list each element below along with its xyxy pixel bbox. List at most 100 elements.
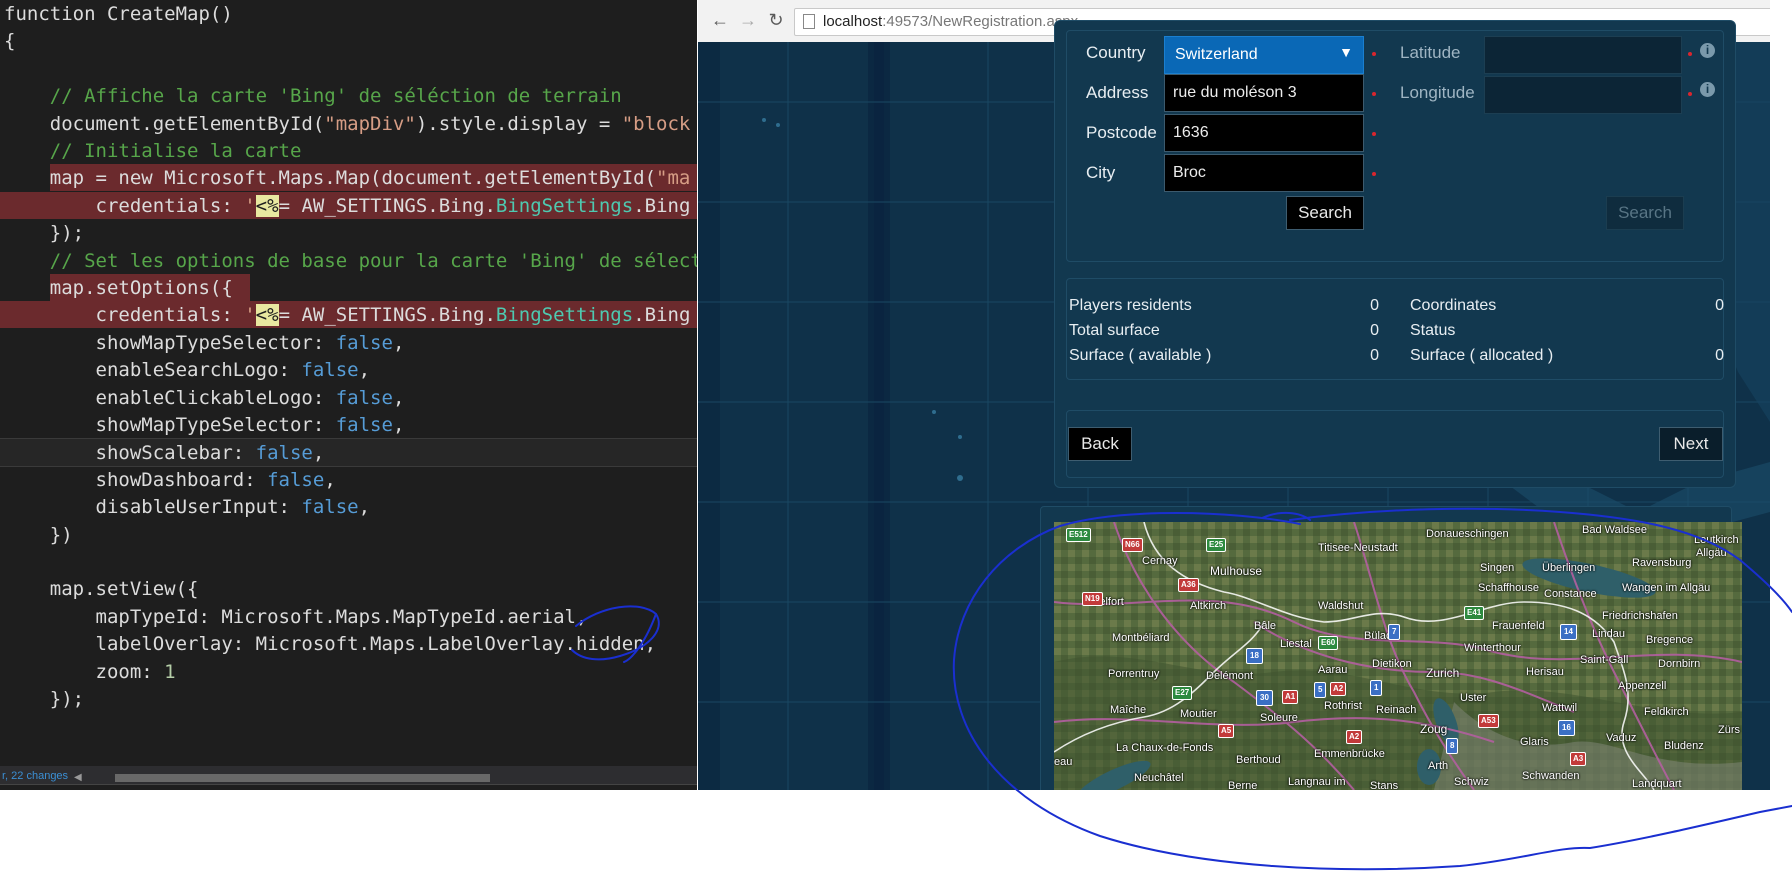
code-line[interactable]: showDashboard: false, — [0, 466, 697, 493]
code-token: .Bing — [633, 194, 691, 217]
postcode-input[interactable]: 1636 — [1164, 114, 1364, 152]
page-icon — [803, 14, 815, 29]
road-badge: A2 — [1330, 682, 1347, 696]
code-token: ).style.display = — [415, 112, 622, 135]
address-input[interactable]: rue du moléson 3 — [1164, 74, 1364, 112]
longitude-input[interactable] — [1484, 76, 1682, 114]
code-text: enableClickableLogo: false, — [4, 386, 405, 410]
road-badge: E27 — [1172, 686, 1193, 700]
code-line[interactable]: zoom: 1 — [0, 658, 697, 685]
code-line[interactable]: showMapTypeSelector: false, — [0, 329, 697, 356]
map-label: Donaueschingen — [1426, 528, 1509, 540]
code-token: { — [4, 30, 16, 53]
code-line[interactable]: credentials: '<%= AW_SETTINGS.Bing.BingS… — [0, 191, 697, 219]
code-text: disableUserInput: false, — [4, 495, 371, 519]
route-marker: 30 — [1256, 690, 1273, 706]
map-label: Cernay — [1142, 555, 1178, 567]
code-line[interactable]: }); — [0, 219, 697, 246]
road-badge: E60 — [1318, 636, 1339, 650]
url-host: localhost — [823, 13, 883, 30]
code-line[interactable]: map = new Microsoft.Maps.Map(document.ge… — [0, 164, 697, 192]
code-token: false — [335, 331, 393, 354]
code-text: labelOverlay: Microsoft.Maps.LabelOverla… — [4, 632, 657, 656]
map-label: Montbéliard — [1112, 632, 1170, 644]
code-text: credentials: '<%= AW_SETTINGS.Bing.BingS… — [4, 194, 690, 218]
map-label: Wattwil — [1542, 702, 1578, 714]
code-line[interactable]: document.getElementById("mapDiv").style.… — [0, 110, 697, 137]
code-line[interactable]: // Initialise la carte — [0, 137, 697, 164]
map-label: Maîche — [1110, 704, 1147, 716]
code-line[interactable]: // Set les options de base pour la carte… — [0, 247, 697, 274]
route-marker: 1 — [1370, 680, 1383, 696]
back-button[interactable]: Back — [1068, 427, 1132, 461]
country-select[interactable]: Switzerland ▼ — [1164, 36, 1364, 74]
back-arrow-icon[interactable]: ← — [710, 10, 730, 30]
code-token: labelOverlay: Microsoft.Maps.LabelOverla… — [4, 633, 657, 656]
city-label: City — [1086, 163, 1116, 182]
code-line[interactable]: credentials: '<%= AW_SETTINGS.Bing.BingS… — [0, 301, 697, 329]
map-label: Friedrichshafen — [1602, 610, 1678, 622]
code-text: map.setOptions({ — [4, 276, 233, 300]
code-token: "ma — [656, 167, 691, 190]
reload-icon[interactable]: ↻ — [766, 10, 786, 30]
code-line[interactable]: map.setView({ — [0, 575, 697, 602]
code-token: <% — [255, 304, 279, 327]
postcode-label: Postcode — [1086, 123, 1157, 142]
coordinates-search-button[interactable]: Search — [1606, 196, 1684, 230]
code-token: document.getElementById( — [4, 112, 325, 135]
next-button[interactable]: Next — [1659, 427, 1723, 461]
code-editor[interactable]: function CreateMap() { // Affiche la cart… — [0, 0, 697, 790]
code-line[interactable]: enableClickableLogo: false, — [0, 384, 697, 411]
code-token: enableClickableLogo: — [4, 386, 336, 409]
route-marker: 5 — [1314, 682, 1327, 698]
country-value: Switzerland — [1175, 46, 1258, 63]
code-token: 1 — [164, 660, 176, 683]
code-token: <% — [255, 194, 279, 217]
code-line[interactable]: // Affiche la carte 'Bing' de séléction … — [0, 82, 697, 109]
code-line[interactable]: mapTypeId: Microsoft.Maps.MapTypeId.aeri… — [0, 603, 697, 630]
map-label: Ravensburg — [1632, 557, 1692, 569]
surface-allocated-value: 0 — [1715, 347, 1724, 364]
code-token: showDashboard: — [4, 468, 268, 491]
code-token: ' — [244, 304, 256, 327]
horizontal-scrollbar[interactable] — [115, 774, 490, 782]
map-label: Porrentruy — [1108, 668, 1160, 680]
map-label: Überlingen — [1542, 562, 1596, 574]
scroll-left-icon[interactable]: ◀ — [74, 772, 82, 783]
bing-map[interactable]: Donaueschingen Bad Waldsee Leutkirch All… — [1054, 522, 1742, 790]
code-line[interactable]: function CreateMap() — [0, 0, 697, 27]
code-line[interactable]: labelOverlay: Microsoft.Maps.LabelOverla… — [0, 630, 697, 657]
road-badge: A2 — [1346, 730, 1363, 744]
road-badge: A3 — [1570, 752, 1587, 766]
coordinates-label: Coordinates — [1410, 297, 1497, 314]
latitude-info-icon[interactable]: i — [1700, 43, 1715, 58]
required-marker — [1372, 52, 1376, 56]
status-label: Status — [1410, 322, 1456, 339]
code-token: false — [267, 468, 325, 491]
code-line[interactable]: }); — [0, 685, 697, 712]
forward-arrow-icon[interactable]: → — [738, 10, 758, 30]
code-line[interactable]: showMapTypeSelector: false, — [0, 411, 697, 438]
code-line[interactable]: enableSearchLogo: false, — [0, 356, 697, 383]
code-line[interactable]: }) — [0, 521, 697, 548]
code-line[interactable]: showScalebar: false, — [0, 438, 697, 468]
longitude-info-icon[interactable]: i — [1700, 82, 1715, 97]
code-line[interactable]: { — [0, 27, 697, 54]
map-label: Neuchâtel — [1134, 772, 1184, 784]
code-token: BingSettings — [495, 194, 634, 217]
code-line[interactable]: disableUserInput: false, — [0, 493, 697, 520]
map-label: Zürs — [1718, 724, 1740, 736]
code-line[interactable]: map.setOptions({ — [0, 274, 697, 301]
code-line[interactable] — [0, 55, 697, 82]
map-label: Arth — [1428, 760, 1449, 772]
road-badge: N19 — [1082, 592, 1103, 606]
code-token: , — [392, 414, 405, 436]
latitude-input[interactable] — [1484, 36, 1682, 74]
city-input[interactable]: Broc — [1164, 154, 1364, 192]
map-label: Waldshut — [1318, 600, 1364, 612]
code-line[interactable] — [0, 548, 697, 575]
search-button[interactable]: Search — [1286, 196, 1364, 230]
map-label: Singen — [1480, 562, 1515, 574]
code-token: false — [255, 442, 313, 465]
